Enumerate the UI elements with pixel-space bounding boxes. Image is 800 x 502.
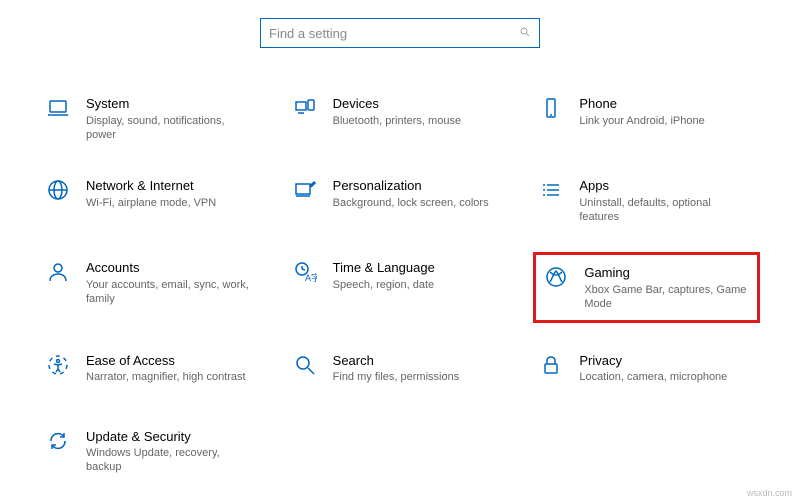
tile-subtitle: Speech, region, date [333,278,435,292]
devices-icon [291,94,319,122]
tile-network[interactable]: Network & Internet Wi-Fi, airplane mode,… [40,170,267,230]
search-icon [519,26,531,41]
time-language-icon: A字 [291,258,319,286]
paint-icon [291,176,319,204]
tile-title: Accounts [86,260,256,276]
xbox-icon [542,263,570,291]
globe-icon [44,176,72,204]
tile-subtitle: Location, camera, microphone [579,370,727,384]
tile-title: Privacy [579,353,727,369]
tile-privacy[interactable]: Privacy Location, camera, microphone [533,345,760,399]
tile-subtitle: Uninstall, defaults, optional features [579,196,749,225]
tile-title: Personalization [333,178,489,194]
update-icon [44,427,72,455]
tile-title: Search [333,353,460,369]
tile-title: Time & Language [333,260,435,276]
tile-phone[interactable]: Phone Link your Android, iPhone [533,88,760,148]
tile-time-language[interactable]: A字 Time & Language Speech, region, date [287,252,514,322]
lock-icon [537,351,565,379]
tile-subtitle: Link your Android, iPhone [579,114,704,128]
svg-text:A字: A字 [305,272,317,283]
watermark-text: wsxdn.com [747,488,792,498]
tile-update-security[interactable]: Update & Security Windows Update, recove… [40,421,267,481]
tile-search[interactable]: Search Find my files, permissions [287,345,514,399]
tile-subtitle: Narrator, magnifier, high contrast [86,370,246,384]
phone-icon [537,94,565,122]
tile-ease-of-access[interactable]: Ease of Access Narrator, magnifier, high… [40,345,267,399]
tile-title: Devices [333,96,461,112]
laptop-icon [44,94,72,122]
tile-devices[interactable]: Devices Bluetooth, printers, mouse [287,88,514,148]
tile-subtitle: Bluetooth, printers, mouse [333,114,461,128]
tile-title: Network & Internet [86,178,216,194]
person-icon [44,258,72,286]
tile-subtitle: Background, lock screen, colors [333,196,489,210]
tile-title: Apps [579,178,749,194]
tile-gaming[interactable]: Gaming Xbox Game Bar, captures, Game Mod… [533,252,760,322]
tile-subtitle: Wi-Fi, airplane mode, VPN [86,196,216,210]
search-container [0,0,800,48]
tile-system[interactable]: System Display, sound, notifications, po… [40,88,267,148]
search-category-icon [291,351,319,379]
tile-title: Update & Security [86,429,256,445]
search-input[interactable] [269,26,519,41]
tile-subtitle: Find my files, permissions [333,370,460,384]
tile-title: Phone [579,96,704,112]
ease-icon [44,351,72,379]
tile-apps[interactable]: Apps Uninstall, defaults, optional featu… [533,170,760,230]
tile-accounts[interactable]: Accounts Your accounts, email, sync, wor… [40,252,267,322]
tile-subtitle: Display, sound, notifications, power [86,114,256,143]
tile-subtitle: Your accounts, email, sync, work, family [86,278,256,307]
settings-grid: System Display, sound, notifications, po… [40,88,760,481]
tile-personalization[interactable]: Personalization Background, lock screen,… [287,170,514,230]
tile-title: System [86,96,256,112]
search-box[interactable] [260,18,540,48]
tile-subtitle: Windows Update, recovery, backup [86,446,256,475]
tile-title: Gaming [584,265,751,281]
tile-subtitle: Xbox Game Bar, captures, Game Mode [584,283,751,312]
tile-title: Ease of Access [86,353,246,369]
apps-icon [537,176,565,204]
